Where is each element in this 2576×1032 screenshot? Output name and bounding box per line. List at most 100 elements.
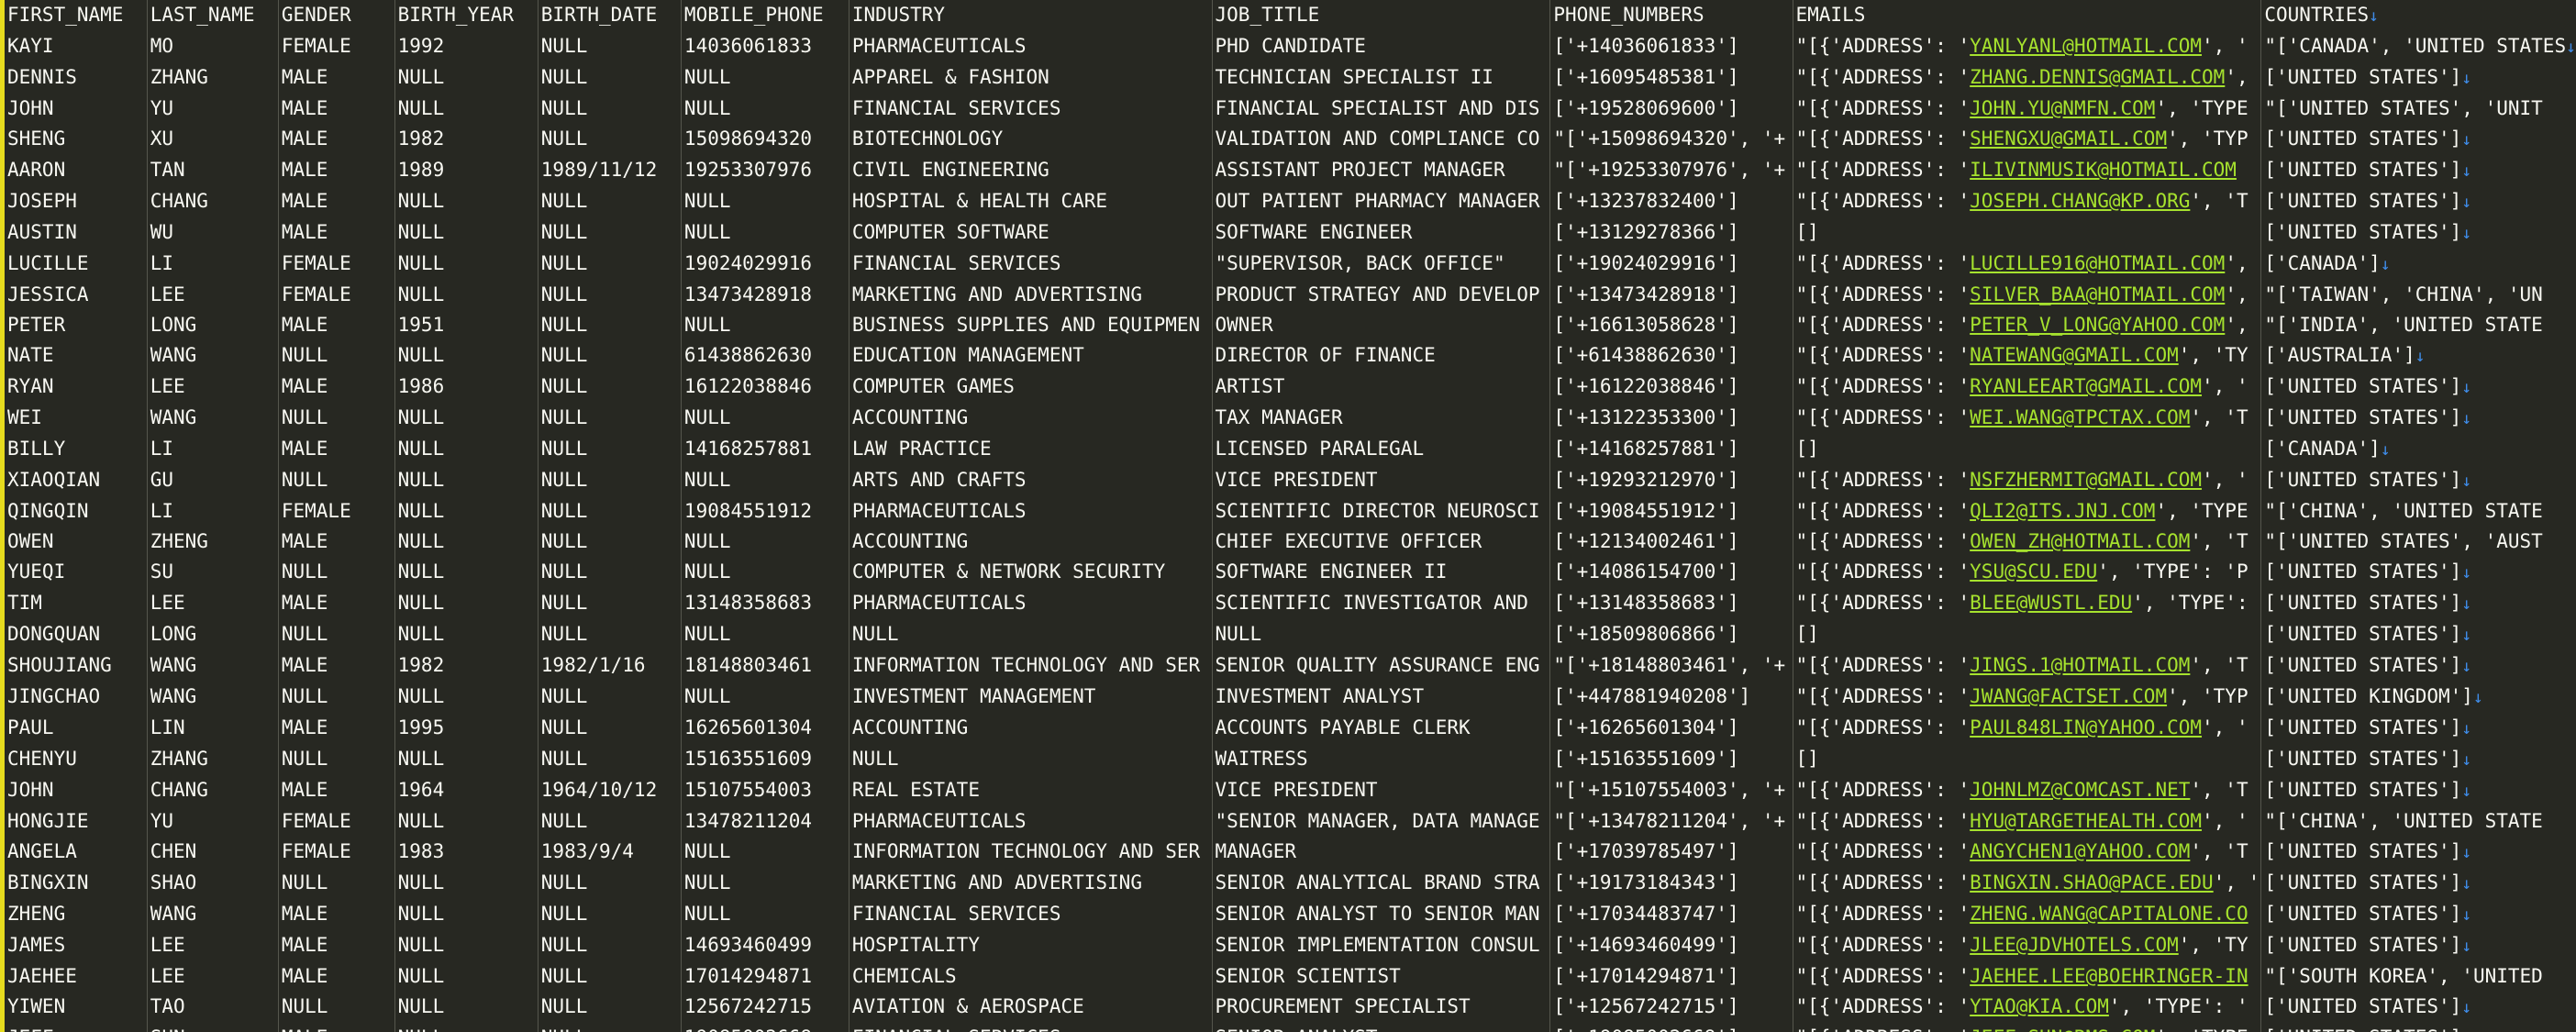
cell-phone-numbers[interactable]: ['+61438862630'] (1549, 340, 1793, 372)
cell-job-title[interactable]: VALIDATION AND COMPLIANCE CO (1212, 124, 1551, 155)
cell-birth-date[interactable]: NULL (538, 682, 682, 713)
cell-last-name[interactable]: LI (147, 496, 279, 527)
cell-emails[interactable]: "[{'ADDRESS': 'BLEE@WUSTL.EDU', 'TYPE': (1793, 588, 2262, 619)
cell-first-name[interactable]: OWEN (5, 527, 148, 557)
cell-mobile-phone[interactable]: NULL (681, 465, 849, 496)
cell-job-title[interactable]: ASSISTANT PROJECT MANAGER (1212, 155, 1551, 186)
cell-first-name[interactable]: XIAOQIAN (5, 465, 148, 496)
cell-job-title[interactable]: TECHNICIAN SPECIALIST II (1212, 62, 1551, 94)
cell-emails[interactable]: "[{'ADDRESS': 'HYU@TARGETHEALTH.COM', ' (1793, 806, 2262, 837)
cell-first-name[interactable]: NATE (5, 340, 148, 372)
cell-last-name[interactable]: TAN (147, 155, 279, 186)
cell-phone-numbers[interactable]: ['+19085002668'] (1549, 1023, 1793, 1032)
cell-last-name[interactable]: LI (147, 249, 279, 280)
email-link[interactable]: QLI2@ITS.JNJ.COM (1970, 500, 2155, 522)
cell-birth-date[interactable]: 1989/11/12 (538, 155, 682, 186)
cell-last-name[interactable]: YU (147, 806, 279, 837)
cell-last-name[interactable]: GU (147, 465, 279, 496)
cell-birth-date[interactable]: NULL (538, 527, 682, 557)
cell-last-name[interactable]: YU (147, 94, 279, 124)
cell-gender[interactable]: MALE (278, 899, 395, 930)
cell-last-name[interactable]: CHANG (147, 186, 279, 217)
cell-emails[interactable]: "[{'ADDRESS': 'SHENGXU@GMAIL.COM', 'TYP (1793, 124, 2262, 155)
cell-gender[interactable]: MALE (278, 588, 395, 619)
cell-phone-numbers[interactable]: ['+17014294871'] (1549, 961, 1793, 992)
cell-last-name[interactable]: LEE (147, 372, 279, 403)
cell-gender[interactable]: MALE (278, 310, 395, 340)
cell-countries[interactable]: ['UNITED STATES']↓ (2261, 837, 2576, 868)
cell-job-title[interactable]: SOFTWARE ENGINEER II (1212, 557, 1551, 588)
table-row[interactable]: NATE WANG NULL NULL NULL 61438862630 EDUCATION… (5, 340, 2576, 372)
cell-countries[interactable]: ['UNITED STATES']↓ (2261, 899, 2576, 930)
cell-phone-numbers[interactable]: ['+13122353300'] (1549, 403, 1793, 434)
cell-first-name[interactable]: PAUL (5, 713, 148, 744)
cell-phone-numbers[interactable]: ['+17034483747'] (1549, 899, 1793, 930)
table-row[interactable]: XIAOQIAN GU NULL NULL NULL NULL ARTS AND CRAFT… (5, 465, 2576, 496)
cell-job-title[interactable]: SENIOR QUALITY ASSURANCE ENG (1212, 650, 1551, 682)
cell-emails[interactable]: "[{'ADDRESS': 'QLI2@ITS.JNJ.COM', 'TYPE (1793, 496, 2262, 527)
table-row[interactable]: LUCILLE LI FEMALE NULL NULL 19024029916 FINANC… (5, 249, 2576, 280)
cell-emails[interactable]: "[{'ADDRESS': 'NATEWANG@GMAIL.COM', 'TY (1793, 340, 2262, 372)
cell-phone-numbers[interactable]: ['+18509806866'] (1549, 619, 1793, 650)
cell-emails[interactable]: "[{'ADDRESS': 'JEFF.SUN@RMS.COM', 'TYPE (1793, 1023, 2262, 1032)
cell-industry[interactable]: AVIATION & AEROSPACE (849, 992, 1213, 1023)
cell-birth-date[interactable]: NULL (538, 713, 682, 744)
cell-emails[interactable]: [] (1793, 434, 2262, 465)
cell-birth-year[interactable]: 1982 (394, 124, 539, 155)
column-header[interactable]: INDUSTRY (849, 0, 1213, 31)
cell-birth-year[interactable]: NULL (394, 557, 539, 588)
cell-last-name[interactable]: LONG (147, 310, 279, 340)
cell-birth-year[interactable]: 1989 (394, 155, 539, 186)
column-header[interactable]: EMAILS (1793, 0, 2262, 31)
cell-industry[interactable]: APPAREL & FASHION (849, 62, 1213, 94)
cell-emails[interactable]: "[{'ADDRESS': 'LUCILLE916@HOTMAIL.COM', (1793, 249, 2262, 280)
cell-birth-year[interactable]: NULL (394, 340, 539, 372)
cell-countries[interactable]: ['AUSTRALIA']↓ (2261, 340, 2576, 372)
cell-phone-numbers[interactable]: "['+18148803461', '+ (1549, 650, 1793, 682)
table-row[interactable]: SHOUJIANG WANG MALE 1982 1982/1/16 1814880346… (5, 650, 2576, 682)
cell-countries[interactable]: "['UNITED STATES', 'UNIT (2261, 94, 2576, 124)
column-header[interactable]: GENDER (278, 0, 395, 31)
cell-mobile-phone[interactable]: NULL (681, 217, 849, 249)
cell-mobile-phone[interactable]: 19085002668 (681, 1023, 849, 1032)
cell-job-title[interactable]: ARTIST (1212, 372, 1551, 403)
cell-mobile-phone[interactable]: 19024029916 (681, 249, 849, 280)
table-row[interactable]: QINGQIN LI FEMALE NULL NULL 19084551912 PHARMA… (5, 496, 2576, 527)
table-row[interactable]: TIM LEE MALE NULL NULL 13148358683 PHARMACEUTI… (5, 588, 2576, 619)
cell-countries[interactable]: ['UNITED STATES']↓ (2261, 992, 2576, 1023)
cell-emails[interactable]: [] (1793, 619, 2262, 650)
cell-countries[interactable]: ['UNITED STATES']↓ (2261, 186, 2576, 217)
cell-birth-date[interactable]: NULL (538, 62, 682, 94)
cell-first-name[interactable]: JAMES (5, 930, 148, 961)
cell-gender[interactable]: MALE (278, 775, 395, 806)
cell-gender[interactable]: NULL (278, 557, 395, 588)
cell-industry[interactable]: HOSPITALITY (849, 930, 1213, 961)
cell-birth-date[interactable]: NULL (538, 403, 682, 434)
cell-birth-date[interactable]: NULL (538, 868, 682, 899)
cell-industry[interactable]: FINANCIAL SERVICES (849, 1023, 1213, 1032)
cell-job-title[interactable]: PROCUREMENT SPECIALIST (1212, 992, 1551, 1023)
cell-birth-year[interactable]: NULL (394, 217, 539, 249)
cell-gender[interactable]: NULL (278, 619, 395, 650)
cell-industry[interactable]: FINANCIAL SERVICES (849, 249, 1213, 280)
cell-industry[interactable]: HOSPITAL & HEALTH CARE (849, 186, 1213, 217)
email-link[interactable]: YANLYANL@HOTMAIL.COM (1970, 35, 2202, 57)
cell-gender[interactable]: FEMALE (278, 496, 395, 527)
cell-birth-year[interactable]: NULL (394, 682, 539, 713)
cell-job-title[interactable]: SENIOR ANALYST TO SENIOR MAN (1212, 899, 1551, 930)
cell-mobile-phone[interactable]: 15163551609 (681, 744, 849, 775)
cell-countries[interactable]: ['UNITED STATES']↓ (2261, 930, 2576, 961)
cell-job-title[interactable]: SOFTWARE ENGINEER (1212, 217, 1551, 249)
cell-emails[interactable]: "[{'ADDRESS': 'OWEN_ZH@HOTMAIL.COM', 'T (1793, 527, 2262, 557)
cell-industry[interactable]: INVESTMENT MANAGEMENT (849, 682, 1213, 713)
cell-birth-year[interactable]: 1986 (394, 372, 539, 403)
cell-gender[interactable]: NULL (278, 868, 395, 899)
cell-phone-numbers[interactable]: ['+14036061833'] (1549, 31, 1793, 62)
table-row[interactable]: OWEN ZHENG MALE NULL NULL NULL ACCOUNTING CHIEF… (5, 527, 2576, 557)
cell-countries[interactable]: "['CANADA', 'UNITED STATES↓ (2261, 31, 2576, 62)
cell-job-title[interactable]: FINANCIAL SPECIALIST AND DIS (1212, 94, 1551, 124)
column-header[interactable]: FIRST_NAME (5, 0, 148, 31)
cell-birth-year[interactable]: NULL (394, 1023, 539, 1032)
table-row[interactable]: JOHN YU MALE NULL NULL NULL FINANCIAL SERVICES… (5, 94, 2576, 124)
cell-phone-numbers[interactable]: ['+13129278366'] (1549, 217, 1793, 249)
